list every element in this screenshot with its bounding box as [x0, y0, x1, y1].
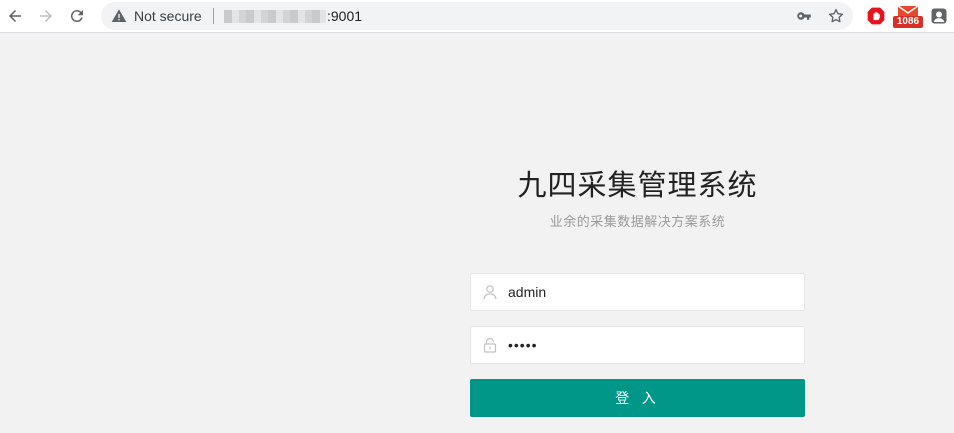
password-field[interactable] — [470, 326, 805, 364]
browser-toolbar: Not secure :9001 1086 — [0, 0, 954, 33]
login-button[interactable]: 登 入 — [470, 379, 805, 417]
password-input[interactable] — [508, 327, 798, 363]
arrow-right-icon — [40, 10, 52, 22]
app-subtitle: 业余的采集数据解决方案系统 — [549, 215, 726, 230]
arrow-left-icon — [9, 10, 21, 22]
address-bar[interactable]: Not secure :9001 — [101, 2, 853, 30]
warning-icon — [111, 9, 127, 22]
profile-extension-icon[interactable] — [930, 7, 948, 25]
reload-button[interactable] — [65, 4, 89, 28]
back-button[interactable] — [3, 4, 27, 28]
mail-extension-icon[interactable]: 1086 — [893, 6, 923, 28]
username-input[interactable] — [508, 274, 798, 310]
lock-icon — [483, 337, 497, 353]
app-title: 九四采集管理系统 — [517, 168, 758, 202]
security-status-label[interactable]: Not secure — [134, 7, 202, 25]
username-field[interactable] — [470, 273, 805, 311]
star-icon[interactable] — [827, 7, 845, 25]
extension-badge-count: 1086 — [893, 16, 923, 28]
url-port: :9001 — [327, 8, 363, 24]
user-icon — [483, 285, 497, 300]
omnibox-divider — [213, 8, 214, 24]
forward-button[interactable] — [34, 4, 58, 28]
adblock-extension-icon[interactable] — [866, 6, 886, 26]
key-icon[interactable] — [795, 7, 813, 25]
reload-icon — [70, 10, 83, 23]
url-host-redacted — [224, 10, 326, 23]
